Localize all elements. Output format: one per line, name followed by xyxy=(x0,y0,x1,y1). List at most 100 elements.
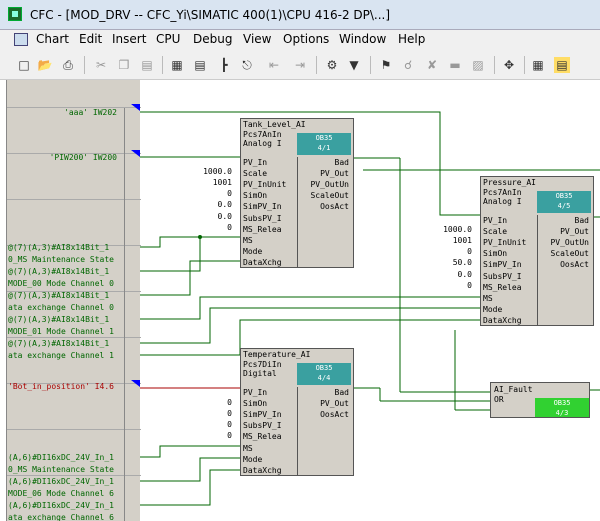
pin-dataxchg[interactable]: DataXchg xyxy=(243,466,282,476)
paste-icon[interactable]: ▤ xyxy=(139,57,155,73)
block-ai-fault[interactable]: AI_Fault OR OB35 4/3 xyxy=(490,382,590,418)
pin-pv-in[interactable]: PV_In xyxy=(243,388,267,398)
pin-pv-outun[interactable]: PV_OutUn xyxy=(550,238,589,248)
compile-icon[interactable]: ⚙ xyxy=(324,57,340,73)
right-icon[interactable]: ⇥ xyxy=(292,57,308,73)
open-icon[interactable]: 📂 xyxy=(37,57,53,73)
pin-ms[interactable]: MS xyxy=(243,236,253,246)
run-seq-icon[interactable]: ▬ xyxy=(447,57,463,73)
menu-chart[interactable]: Chart xyxy=(36,32,69,46)
param-value[interactable]: 0 xyxy=(420,247,472,256)
cut-icon[interactable]: ✂ xyxy=(93,57,109,73)
param-value[interactable]: 0.0 xyxy=(420,270,472,279)
pin-scaleout[interactable]: ScaleOut xyxy=(550,249,589,259)
pin-subspv-i[interactable]: SubsPV_I xyxy=(243,421,282,431)
param-value[interactable]: 50.0 xyxy=(420,258,472,267)
block-pressure-ai[interactable]: Pressure_AI Pcs7AnIn Analog I OB35 4/5 PV… xyxy=(480,176,594,326)
download-icon[interactable]: ▼ xyxy=(346,57,362,73)
pin-pv-inunit[interactable]: PV_InUnit xyxy=(243,180,286,190)
param-value[interactable]: 0.0 xyxy=(180,200,232,209)
block-name: AI_Fault xyxy=(494,385,533,394)
param-value[interactable]: 0 xyxy=(180,431,232,440)
param-value[interactable]: 1000.0 xyxy=(420,225,472,234)
pin-ms-relea[interactable]: MS_Relea xyxy=(243,225,282,235)
watch-icon[interactable]: ☌ xyxy=(400,57,416,73)
pin-scale[interactable]: Scale xyxy=(243,169,267,179)
pin-pv-inunit[interactable]: PV_InUnit xyxy=(483,238,526,248)
pin-pv-outun[interactable]: PV_OutUn xyxy=(310,180,349,190)
param-value[interactable]: 1000.0 xyxy=(180,167,232,176)
param-value[interactable]: 1001 xyxy=(180,178,232,187)
pin-pv-out[interactable]: PV_Out xyxy=(560,227,589,237)
chart-canvas[interactable]: 'aaa' IW202 'PIW200' IW200 @(7)(A,3)#AI8… xyxy=(0,80,600,521)
pin-scaleout[interactable]: ScaleOut xyxy=(310,191,349,201)
menu-help[interactable]: Help xyxy=(398,32,425,46)
block-tank-level-ai[interactable]: Tank_Level_AI Pcs7AnIn Analog I OB35 4/1 … xyxy=(240,118,354,268)
test-icon[interactable]: ⚑ xyxy=(378,57,394,73)
param-value[interactable]: 0 xyxy=(420,281,472,290)
pin-oosact[interactable]: OosAct xyxy=(320,410,349,420)
hierarchy-icon[interactable]: ┣ xyxy=(216,57,232,73)
menu-bar: Chart Edit Insert CPU Debug View Options… xyxy=(0,30,600,50)
pin-simpv-in[interactable]: SimPV_In xyxy=(483,260,522,270)
pin-subspv-i[interactable]: SubsPV_I xyxy=(483,272,522,282)
pin-simpv-in[interactable]: SimPV_In xyxy=(243,202,282,212)
pin-ms[interactable]: MS xyxy=(243,444,253,454)
menu-edit[interactable]: Edit xyxy=(79,32,102,46)
pin-mode[interactable]: Mode xyxy=(243,455,262,465)
menu-cpu[interactable]: CPU xyxy=(156,32,180,46)
pin-mode[interactable]: Mode xyxy=(243,247,262,257)
block-temperature-ai[interactable]: Temperature_AI Pcs7DiIn Digital OB35 4/4 … xyxy=(240,348,354,476)
menu-debug[interactable]: Debug xyxy=(193,32,232,46)
pin-pv-out[interactable]: PV_Out xyxy=(320,399,349,409)
pin-oosact[interactable]: OosAct xyxy=(560,260,589,270)
pin-bad[interactable]: Bad xyxy=(575,216,589,226)
window-title: CFC - [MOD_DRV -- CFC_Yi\SIMATIC 400(1)\… xyxy=(30,8,391,22)
pin-pv-in[interactable]: PV_In xyxy=(243,158,267,168)
block-type: OR xyxy=(494,395,504,404)
param-value[interactable]: 0 xyxy=(180,223,232,232)
pin-simpv-in[interactable]: SimPV_In xyxy=(243,410,282,420)
menu-insert[interactable]: Insert xyxy=(112,32,146,46)
param-value[interactable]: 0 xyxy=(180,398,232,407)
pin-mode[interactable]: Mode xyxy=(483,305,502,315)
grid-icon[interactable]: ▦ xyxy=(530,57,546,73)
pin-pv-in[interactable]: PV_In xyxy=(483,216,507,226)
pin-dataxchg[interactable]: DataXchg xyxy=(243,258,282,268)
document-icon[interactable] xyxy=(14,33,28,46)
pin-ms-relea[interactable]: MS_Relea xyxy=(243,432,282,442)
pin-pv-out[interactable]: PV_Out xyxy=(320,169,349,179)
menu-window[interactable]: Window xyxy=(339,32,386,46)
interconnect-icon[interactable]: ⎋ xyxy=(239,57,255,73)
param-value[interactable]: 0 xyxy=(180,409,232,418)
print-icon[interactable]: ⎙ xyxy=(60,57,76,73)
param-value[interactable]: 0 xyxy=(180,420,232,429)
pin-ms[interactable]: MS xyxy=(483,294,493,304)
pin-simon[interactable]: SimOn xyxy=(243,191,267,201)
param-value[interactable]: 0.0 xyxy=(180,212,232,221)
pin-bad[interactable]: Bad xyxy=(335,388,349,398)
menu-options[interactable]: Options xyxy=(283,32,329,46)
param-value[interactable]: 0 xyxy=(180,189,232,198)
pin-subspv-i[interactable]: SubsPV_I xyxy=(243,214,282,224)
pin-bad[interactable]: Bad xyxy=(335,158,349,168)
left-icon[interactable]: ⇤ xyxy=(266,57,282,73)
title-bar: CFC - [MOD_DRV -- CFC_Yi\SIMATIC 400(1)\… xyxy=(0,0,600,30)
pin-simon[interactable]: SimOn xyxy=(483,249,507,259)
sheet-view-icon[interactable]: ▤ xyxy=(554,57,570,73)
pin-ms-relea[interactable]: MS_Relea xyxy=(483,283,522,293)
pin-dataxchg[interactable]: DataXchg xyxy=(483,316,522,326)
chart-partition-icon[interactable]: ▤ xyxy=(192,57,208,73)
catalog-icon[interactable]: ▦ xyxy=(169,57,185,73)
copy-icon[interactable]: ❐ xyxy=(116,57,132,73)
block-header: Pressure_AI Pcs7AnIn Analog I xyxy=(483,178,536,207)
pin-oosact[interactable]: OosAct xyxy=(320,202,349,212)
block-params-icon[interactable]: ▨ xyxy=(470,57,486,73)
overview-icon[interactable]: ✥ xyxy=(501,57,517,73)
param-value[interactable]: 1001 xyxy=(420,236,472,245)
cross-icon[interactable]: ✘ xyxy=(424,57,440,73)
pin-simon[interactable]: SimOn xyxy=(243,399,267,409)
new-icon[interactable]: □ xyxy=(16,57,32,73)
pin-scale[interactable]: Scale xyxy=(483,227,507,237)
menu-view[interactable]: View xyxy=(243,32,271,46)
